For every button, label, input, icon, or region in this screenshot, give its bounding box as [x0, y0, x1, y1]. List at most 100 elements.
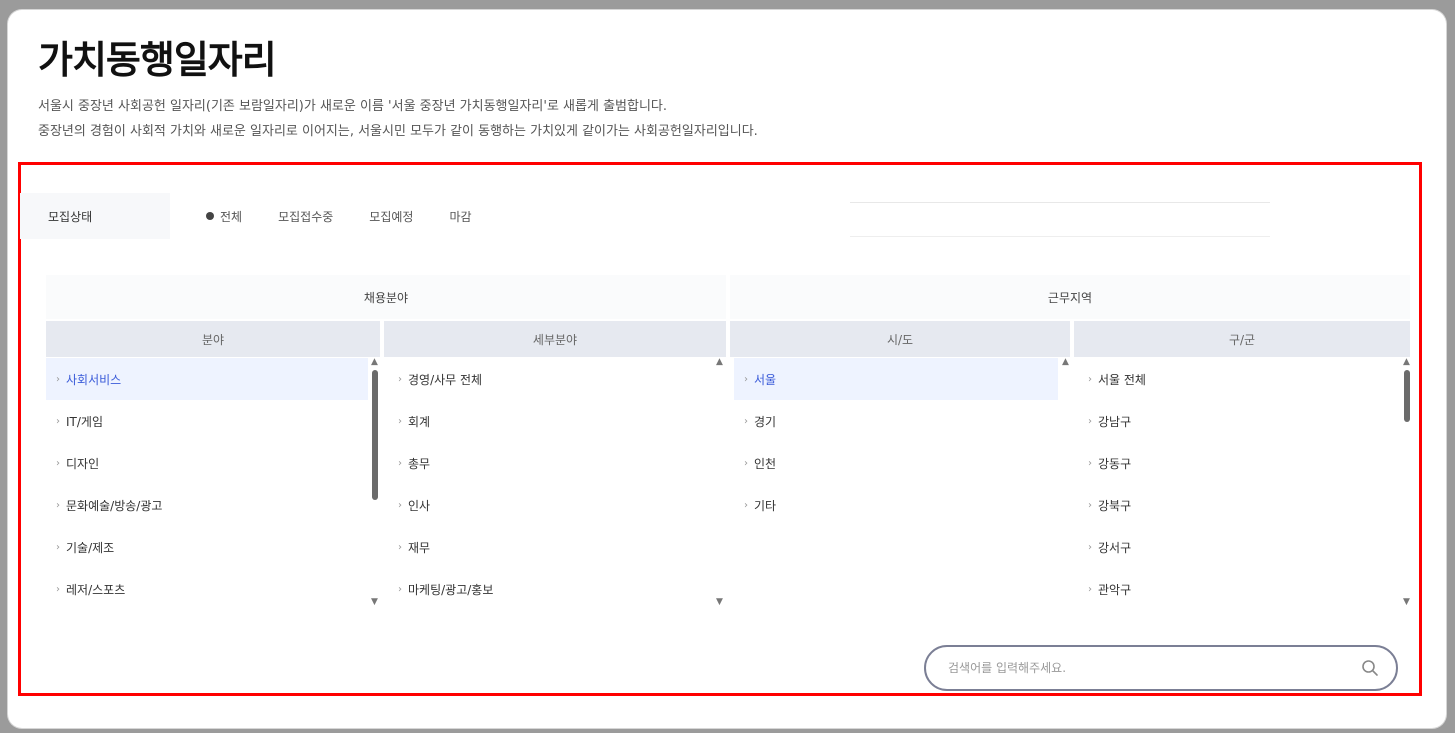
subcategory-list: › 경영/사무 전체 › 회계 › 총무 › 인사 › 재무 › 마케팅/광고/홍보 — [388, 358, 714, 604]
list-item[interactable]: › 레저/스포츠 — [46, 568, 368, 604]
list-item-label: 회계 — [408, 414, 431, 429]
chevron-right-icon: › — [56, 583, 60, 595]
list-item-label: 마케팅/광고/홍보 — [408, 582, 494, 597]
list-item-label: 디자인 — [66, 456, 100, 471]
status-option-label: 전체 — [220, 209, 243, 224]
category-scrollbar[interactable] — [372, 370, 378, 500]
list-item[interactable]: › 기술/제조 — [46, 526, 368, 568]
list-item[interactable]: › 인사 — [388, 484, 714, 526]
status-filter-label: 모집상태 — [20, 193, 170, 239]
list-item[interactable]: › 기타 — [734, 484, 1058, 526]
list-item-label: 강남구 — [1098, 414, 1132, 429]
scroll-up-icon[interactable]: ▲ — [371, 357, 378, 367]
list-item[interactable]: › 디자인 — [46, 442, 368, 484]
list-item-label: IT/게임 — [66, 414, 103, 429]
status-option-open[interactable]: 모집접수중 — [278, 208, 333, 225]
chevron-right-icon: › — [398, 373, 402, 385]
page-title: 가치동행일자리 — [38, 38, 277, 82]
scroll-up-icon[interactable]: ▲ — [1403, 357, 1410, 367]
category-list: › 사회서비스 › IT/게임 › 디자인 › 문화예술/방송/광고 › 기술/제조 › 레… — [46, 358, 368, 604]
list-item[interactable]: › 경영/사무 전체 — [388, 358, 714, 400]
list-item[interactable]: › 서울 전체 — [1078, 358, 1398, 400]
region-group-header: 근무지역 — [730, 275, 1410, 319]
chevron-right-icon: › — [56, 373, 60, 385]
chevron-right-icon: › — [56, 499, 60, 511]
column-header-subcategory: 세부분야 — [384, 321, 726, 357]
chevron-right-icon: › — [398, 583, 402, 595]
page-description-2: 중장년의 경험이 사회적 가치와 새로운 일자리로 이어지는, 서울시민 모두가… — [38, 124, 758, 139]
chevron-right-icon: › — [744, 373, 748, 385]
radio-checked-icon — [206, 212, 214, 220]
search-bar — [924, 645, 1398, 691]
chevron-right-icon: › — [398, 499, 402, 511]
search-input[interactable] — [946, 660, 1352, 676]
status-option-closed[interactable]: 마감 — [449, 208, 471, 225]
chevron-right-icon: › — [56, 457, 60, 469]
column-header-category: 분야 — [46, 321, 380, 357]
chevron-right-icon: › — [1088, 499, 1092, 511]
list-item-label: 인천 — [754, 456, 777, 471]
list-item-label: 기술/제조 — [66, 540, 115, 555]
scroll-down-icon[interactable]: ▼ — [716, 597, 723, 607]
status-option-label: 모집예정 — [369, 209, 414, 224]
list-item-label: 강서구 — [1098, 540, 1132, 555]
divider — [850, 202, 1270, 203]
list-item-label: 강북구 — [1098, 498, 1132, 513]
chevron-right-icon: › — [398, 415, 402, 427]
status-option-all[interactable]: 전체 — [206, 208, 242, 225]
list-item-label: 기타 — [754, 498, 777, 513]
scroll-down-icon[interactable]: ▼ — [371, 597, 378, 607]
list-item[interactable]: › 인천 — [734, 442, 1058, 484]
list-item[interactable]: › 회계 — [388, 400, 714, 442]
list-item-label: 총무 — [408, 456, 431, 471]
scroll-down-icon[interactable]: ▼ — [1403, 597, 1410, 607]
list-item[interactable]: › 강서구 — [1078, 526, 1398, 568]
column-header-city: 시/도 — [730, 321, 1070, 357]
divider — [850, 236, 1270, 237]
list-item-label: 문화예술/방송/광고 — [66, 498, 163, 513]
chevron-right-icon: › — [1088, 541, 1092, 553]
list-item-label: 경기 — [754, 414, 777, 429]
scroll-up-icon[interactable]: ▲ — [716, 357, 723, 367]
list-item[interactable]: › 마케팅/광고/홍보 — [388, 568, 714, 604]
list-item[interactable]: › IT/게임 — [46, 400, 368, 442]
chevron-right-icon: › — [744, 415, 748, 427]
chevron-right-icon: › — [1088, 415, 1092, 427]
list-item-label: 레저/스포츠 — [66, 582, 126, 597]
chevron-right-icon: › — [1088, 583, 1092, 595]
status-option-label: 모집접수중 — [278, 209, 334, 224]
list-item-label: 재무 — [408, 540, 431, 555]
list-item[interactable]: › 강동구 — [1078, 442, 1398, 484]
chevron-right-icon: › — [398, 457, 402, 469]
scroll-up-icon[interactable]: ▲ — [1062, 357, 1069, 367]
list-item[interactable]: › 총무 — [388, 442, 714, 484]
list-item-label: 강동구 — [1098, 456, 1132, 471]
district-list: › 서울 전체 › 강남구 › 강동구 › 강북구 › 강서구 › 관악구 — [1078, 358, 1398, 604]
list-item[interactable]: › 관악구 — [1078, 568, 1398, 604]
job-group-header: 채용분야 — [46, 275, 726, 319]
chevron-right-icon: › — [744, 499, 748, 511]
status-option-upcoming[interactable]: 모집예정 — [369, 208, 413, 225]
list-item[interactable]: › 문화예술/방송/광고 — [46, 484, 368, 526]
list-item[interactable]: › 강북구 — [1078, 484, 1398, 526]
list-item[interactable]: › 경기 — [734, 400, 1058, 442]
status-filter: 모집상태 전체 모집접수중 모집예정 마감 — [20, 193, 1270, 239]
chevron-right-icon: › — [1088, 457, 1092, 469]
list-item-label: 서울 전체 — [1098, 372, 1146, 387]
chevron-right-icon: › — [1088, 373, 1092, 385]
list-item[interactable]: › 서울 — [734, 358, 1058, 400]
list-item[interactable]: › 강남구 — [1078, 400, 1398, 442]
district-scrollbar[interactable] — [1404, 370, 1410, 422]
list-item[interactable]: › 재무 — [388, 526, 714, 568]
list-item-label: 사회서비스 — [66, 372, 122, 387]
chevron-right-icon: › — [398, 541, 402, 553]
search-icon[interactable] — [1352, 650, 1388, 686]
list-item[interactable]: › 사회서비스 — [46, 358, 368, 400]
status-option-label: 마감 — [449, 209, 472, 224]
list-item-label: 관악구 — [1098, 582, 1132, 597]
chevron-right-icon: › — [56, 415, 60, 427]
list-item-label: 경영/사무 전체 — [408, 372, 483, 387]
column-header-district: 구/군 — [1074, 321, 1410, 357]
page-description-1: 서울시 중장년 사회공헌 일자리(기존 보람일자리)가 새로운 이름 '서울 중… — [38, 99, 667, 114]
chevron-right-icon: › — [744, 457, 748, 469]
